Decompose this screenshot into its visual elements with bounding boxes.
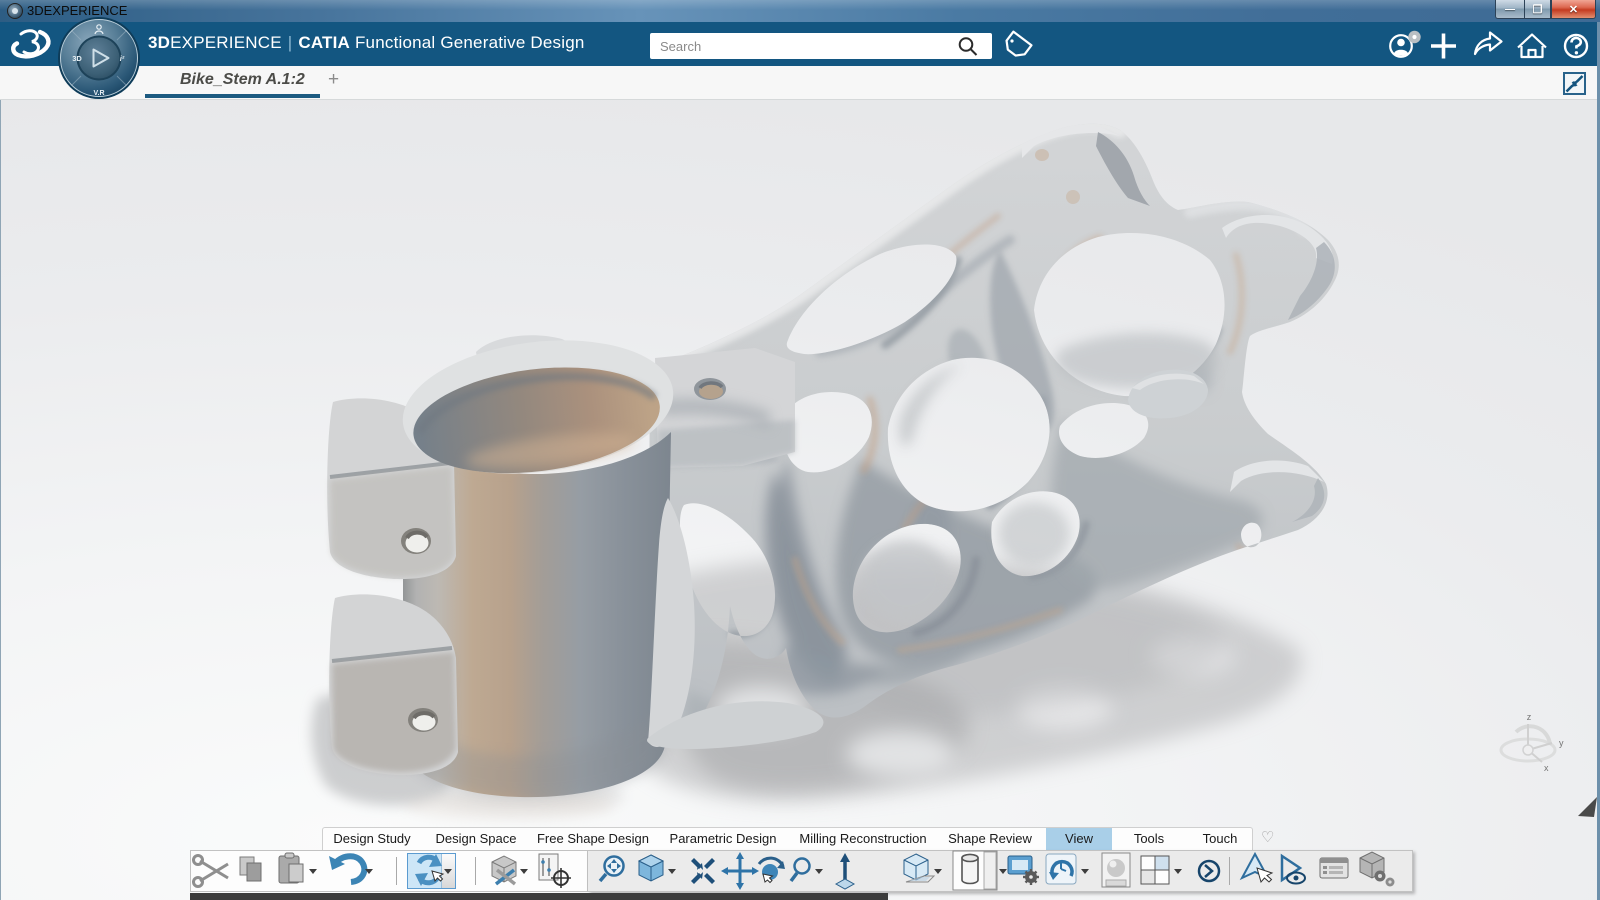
svg-text:x: x <box>1544 763 1549 773</box>
svg-text:z: z <box>1527 712 1532 722</box>
svg-text:V.R: V.R <box>93 90 104 97</box>
svg-text:i²: i² <box>120 54 125 63</box>
svg-text:3D: 3D <box>72 54 82 63</box>
svg-text:y: y <box>1559 738 1564 748</box>
